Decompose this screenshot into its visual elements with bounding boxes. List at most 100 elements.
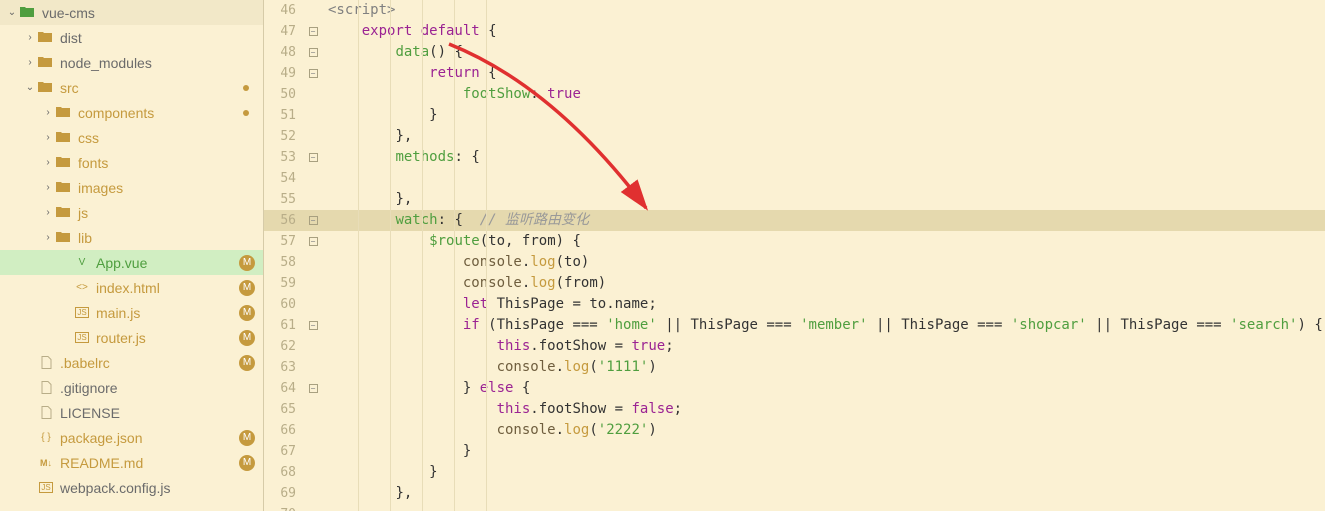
code-content[interactable]: this.footShow = false; — [322, 399, 682, 420]
code-content[interactable]: } — [322, 441, 471, 462]
fold-gutter[interactable]: − — [304, 210, 322, 231]
fold-open-icon[interactable]: − — [309, 27, 318, 36]
code-line-70[interactable]: 70 — [264, 504, 1325, 511]
fold-open-icon[interactable]: − — [309, 237, 318, 246]
code-line-61[interactable]: 61− if (ThisPage === 'home' || ThisPage … — [264, 315, 1325, 336]
code-content[interactable]: export default { — [322, 21, 497, 42]
code-content[interactable]: data() { — [322, 42, 463, 63]
code-line-46[interactable]: 46<script> — [264, 0, 1325, 21]
fold-gutter[interactable] — [304, 189, 322, 210]
tree-item-main-js[interactable]: JSmain.jsM — [0, 300, 263, 325]
code-line-49[interactable]: 49− return { — [264, 63, 1325, 84]
code-line-69[interactable]: 69 }, — [264, 483, 1325, 504]
tree-item-package-json[interactable]: { }package.jsonM — [0, 425, 263, 450]
chevron-right-icon[interactable]: › — [40, 132, 56, 143]
code-content[interactable] — [322, 504, 328, 511]
code-editor[interactable]: 46<script>47− export default {48− data()… — [264, 0, 1325, 511]
code-line-48[interactable]: 48− data() { — [264, 42, 1325, 63]
chevron-down-icon[interactable]: ⌄ — [4, 7, 20, 18]
tree-item-LICENSE[interactable]: LICENSE — [0, 400, 263, 425]
code-content[interactable]: } — [322, 105, 438, 126]
tree-item-webpack-config-js[interactable]: JSwebpack.config.js — [0, 475, 263, 500]
fold-open-icon[interactable]: − — [309, 321, 318, 330]
tree-item-images[interactable]: ›images — [0, 175, 263, 200]
fold-gutter[interactable] — [304, 483, 322, 504]
code-line-57[interactable]: 57− $route(to, from) { — [264, 231, 1325, 252]
code-content[interactable]: } — [322, 462, 438, 483]
tree-item-css[interactable]: ›css — [0, 125, 263, 150]
fold-gutter[interactable]: − — [304, 231, 322, 252]
code-line-59[interactable]: 59 console.log(from) — [264, 273, 1325, 294]
fold-open-icon[interactable]: − — [309, 216, 318, 225]
fold-gutter[interactable] — [304, 294, 322, 315]
tree-item-router-js[interactable]: JSrouter.jsM — [0, 325, 263, 350]
fold-close-icon[interactable] — [309, 6, 318, 15]
tree-root[interactable]: ⌄vue-cms — [0, 0, 263, 25]
fold-open-icon[interactable]: − — [309, 153, 318, 162]
code-content[interactable]: let ThisPage = to.name; — [322, 294, 657, 315]
fold-gutter[interactable] — [304, 336, 322, 357]
fold-close-icon[interactable] — [309, 468, 318, 477]
fold-gutter[interactable]: − — [304, 147, 322, 168]
fold-close-icon[interactable] — [309, 132, 318, 141]
chevron-right-icon[interactable]: › — [40, 182, 56, 193]
code-content[interactable]: this.footShow = true; — [322, 336, 674, 357]
fold-gutter[interactable] — [304, 357, 322, 378]
chevron-right-icon[interactable]: › — [22, 32, 38, 43]
tree-item-App-vue[interactable]: VApp.vueM — [0, 250, 263, 275]
code-content[interactable]: }, — [322, 189, 412, 210]
tree-item-lib[interactable]: ›lib — [0, 225, 263, 250]
code-content[interactable]: $route(to, from) { — [322, 231, 581, 252]
code-content[interactable]: } else { — [322, 378, 530, 399]
code-content[interactable]: console.log(to) — [322, 252, 589, 273]
code-line-53[interactable]: 53− methods: { — [264, 147, 1325, 168]
tree-item-src[interactable]: ⌄src — [0, 75, 263, 100]
code-content[interactable]: }, — [322, 483, 412, 504]
code-content[interactable]: }, — [322, 126, 412, 147]
code-line-58[interactable]: 58 console.log(to) — [264, 252, 1325, 273]
fold-gutter[interactable] — [304, 168, 322, 189]
fold-gutter[interactable] — [304, 126, 322, 147]
fold-gutter[interactable] — [304, 84, 322, 105]
fold-close-icon[interactable] — [309, 447, 318, 456]
code-line-63[interactable]: 63 console.log('1111') — [264, 357, 1325, 378]
code-content[interactable]: console.log('2222') — [322, 420, 657, 441]
fold-gutter[interactable] — [304, 420, 322, 441]
tree-item-components[interactable]: ›components — [0, 100, 263, 125]
fold-gutter[interactable]: − — [304, 378, 322, 399]
fold-close-icon[interactable] — [309, 111, 318, 120]
tree-item-node_modules[interactable]: ›node_modules — [0, 50, 263, 75]
fold-close-icon[interactable] — [309, 489, 318, 498]
tree-item-fonts[interactable]: ›fonts — [0, 150, 263, 175]
tree-item-README-md[interactable]: M↓README.mdM — [0, 450, 263, 475]
code-line-64[interactable]: 64− } else { — [264, 378, 1325, 399]
code-line-65[interactable]: 65 this.footShow = false; — [264, 399, 1325, 420]
fold-open-icon[interactable]: − — [309, 69, 318, 78]
chevron-right-icon[interactable]: › — [40, 107, 56, 118]
tree-item--babelrc[interactable]: .babelrcM — [0, 350, 263, 375]
code-line-56[interactable]: 56− watch: { // 监听路由变化 — [264, 210, 1325, 231]
tree-item-index-html[interactable]: <>index.htmlM — [0, 275, 263, 300]
code-line-66[interactable]: 66 console.log('2222') — [264, 420, 1325, 441]
code-content[interactable]: watch: { // 监听路由变化 — [322, 210, 589, 231]
code-content[interactable]: console.log(from) — [322, 273, 606, 294]
chevron-right-icon[interactable]: › — [40, 232, 56, 243]
tree-item--gitignore[interactable]: .gitignore — [0, 375, 263, 400]
code-content[interactable]: if (ThisPage === 'home' || ThisPage === … — [322, 315, 1323, 336]
fold-gutter[interactable] — [304, 441, 322, 462]
code-content[interactable] — [322, 168, 328, 189]
tree-item-js[interactable]: ›js — [0, 200, 263, 225]
code-content[interactable]: footShow: true — [322, 84, 581, 105]
chevron-right-icon[interactable]: › — [40, 157, 56, 168]
file-explorer[interactable]: ⌄vue-cms›dist›node_modules⌄src›component… — [0, 0, 264, 511]
code-line-54[interactable]: 54 — [264, 168, 1325, 189]
code-content[interactable]: <script> — [322, 0, 395, 21]
fold-open-icon[interactable]: − — [309, 384, 318, 393]
chevron-down-icon[interactable]: ⌄ — [22, 82, 38, 93]
code-lines[interactable]: 46<script>47− export default {48− data()… — [264, 0, 1325, 511]
fold-close-icon[interactable] — [309, 195, 318, 204]
fold-gutter[interactable] — [304, 252, 322, 273]
fold-gutter[interactable] — [304, 0, 322, 21]
code-line-52[interactable]: 52 }, — [264, 126, 1325, 147]
fold-gutter[interactable]: − — [304, 63, 322, 84]
